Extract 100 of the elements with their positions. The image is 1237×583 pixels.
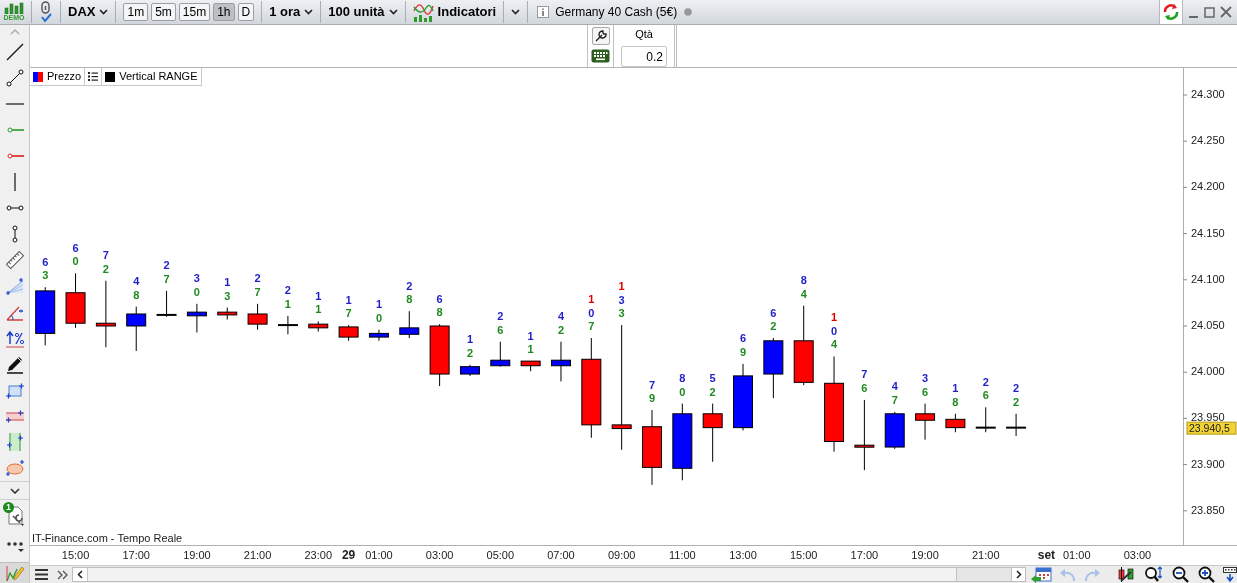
- fan-lines-icon[interactable]: [4, 276, 25, 296]
- legend-label[interactable]: Prezzo: [47, 68, 82, 85]
- instrument-name: Germany 40 Cash (5€): [555, 4, 678, 21]
- ellipse-tool-icon[interactable]: [4, 458, 25, 478]
- candle-label: 3: [193, 272, 200, 285]
- candlestick: [551, 341, 571, 382]
- quantity-field[interactable]: 0.2: [621, 46, 667, 67]
- candle-label: 7: [345, 307, 352, 320]
- candle-label: 2: [254, 272, 261, 285]
- legend-label[interactable]: Vertical RANGE: [119, 68, 198, 85]
- y-tick-label: 23.950: [1191, 411, 1225, 424]
- y-tick-label: 24.100: [1191, 272, 1225, 285]
- candle-label: 1: [618, 280, 625, 293]
- info-icon[interactable]: [537, 6, 550, 18]
- candle-label: 0: [375, 311, 382, 324]
- scroll-left-icon[interactable]: [77, 570, 83, 579]
- candle-wrench-icon[interactable]: [1117, 566, 1135, 583]
- y-tick-label: 24.050: [1191, 319, 1225, 331]
- x-tick-label: 29: [341, 548, 356, 562]
- candle-label: 6: [861, 381, 868, 394]
- bars-icon: [3, 2, 25, 14]
- candlestick: [276, 315, 299, 335]
- candle-label: 1: [952, 382, 959, 395]
- double-chevron-icon[interactable]: [57, 569, 68, 580]
- candle-label: 2: [1013, 382, 1020, 395]
- candle-label: 6: [436, 292, 443, 305]
- scrollbar-thumb[interactable]: [956, 568, 1012, 581]
- candle-label: 1: [345, 293, 352, 306]
- candlestick: [186, 303, 207, 333]
- symbol-dropdown[interactable]: DAX: [64, 2, 113, 22]
- refresh-icon: [1162, 3, 1180, 21]
- timeframe-button[interactable]: 5m: [151, 3, 176, 21]
- indicators-button[interactable]: Indicatori: [408, 2, 501, 22]
- candle-label: 1: [588, 293, 595, 305]
- period-dropdown[interactable]: 1 ora: [265, 2, 318, 22]
- chart-pencil-icon[interactable]: [4, 564, 25, 582]
- candle-label: 4: [891, 380, 898, 393]
- x-tick-label: 11:00: [669, 549, 696, 561]
- candle-label: 7: [102, 249, 109, 262]
- line-tool-icon[interactable]: [4, 42, 25, 62]
- timeframe-button[interactable]: 1m: [123, 3, 149, 21]
- candle-label: 1: [831, 311, 838, 324]
- candle-label: 8: [679, 372, 686, 385]
- candlestick: [399, 310, 420, 339]
- timeframe-button[interactable]: 15m: [178, 3, 211, 21]
- candle-label: 0: [588, 306, 595, 319]
- candle-label: 5: [709, 372, 716, 385]
- candle-label: 2: [982, 375, 989, 388]
- candle-label: 4: [800, 287, 807, 300]
- indicator-chart-icon: [412, 2, 434, 22]
- data-source-label: IT-Finance.com - Tempo Reale: [32, 532, 183, 544]
- y-tick-label: 24.300: [1191, 88, 1225, 100]
- node-line-icon[interactable]: [4, 68, 25, 88]
- list-icon[interactable]: [88, 72, 99, 81]
- caret-icon: [511, 9, 521, 15]
- candlestick: [459, 364, 480, 377]
- x-tick-label: 09:00: [607, 549, 636, 561]
- timeframe-button[interactable]: D: [237, 3, 255, 21]
- last-price-tag: 23.940,5: [1186, 421, 1237, 435]
- candle-label: 3: [618, 293, 625, 306]
- refresh-button[interactable]: [1159, 0, 1183, 24]
- candlestick: [915, 403, 936, 441]
- y-tick-label: 23.850: [1191, 503, 1225, 516]
- candlestick: [368, 329, 389, 342]
- menu-icon[interactable]: [35, 569, 48, 580]
- horizontal-scrollbar[interactable]: [72, 567, 1026, 582]
- keyboard-down-icon[interactable]: [1223, 566, 1237, 583]
- zoom-vertical-icon[interactable]: [1144, 566, 1162, 583]
- x-tick-label: 19:00: [183, 549, 211, 561]
- timeframe-button[interactable]: 1h: [213, 3, 235, 21]
- candle-label: 3: [922, 372, 929, 385]
- x-tick-label: 01:00: [365, 549, 393, 561]
- caret-down-icon[interactable]: [9, 487, 20, 494]
- link-check-icon[interactable]: [39, 1, 53, 23]
- pencil-icon[interactable]: [4, 354, 25, 374]
- candle-label: 2: [557, 323, 565, 336]
- scroll-right-icon[interactable]: [1015, 570, 1022, 579]
- candlestick: [429, 323, 450, 387]
- notification-badge: 1: [3, 502, 14, 513]
- candlestick: [702, 403, 723, 463]
- percent-arrow-icon[interactable]: [4, 328, 25, 348]
- wrench-icon: [593, 29, 608, 43]
- close-icon[interactable]: [1220, 6, 1232, 18]
- units-dropdown[interactable]: 100 unità: [324, 2, 402, 22]
- zoom-out-icon[interactable]: [1172, 566, 1189, 583]
- maximize-icon[interactable]: [1204, 6, 1215, 18]
- x-tick-label: 01:00: [1063, 549, 1091, 561]
- candle-label: 2: [709, 385, 716, 398]
- candlestick: [308, 320, 329, 333]
- settings-button[interactable]: [591, 27, 610, 45]
- calendar-arrow-icon[interactable]: [1030, 566, 1052, 583]
- quantity-label: Qtà: [635, 27, 653, 41]
- zoom-in-icon[interactable]: [1198, 566, 1215, 583]
- x-tick-label: 03:00: [1123, 549, 1152, 561]
- candle-label: 4: [133, 275, 140, 288]
- vertical-channel-icon[interactable]: [4, 432, 25, 452]
- candlestick: [1005, 413, 1028, 437]
- candle-label: 1: [284, 297, 291, 310]
- keyboard-icon[interactable]: [591, 49, 610, 63]
- more-options-icon[interactable]: [5, 540, 24, 552]
